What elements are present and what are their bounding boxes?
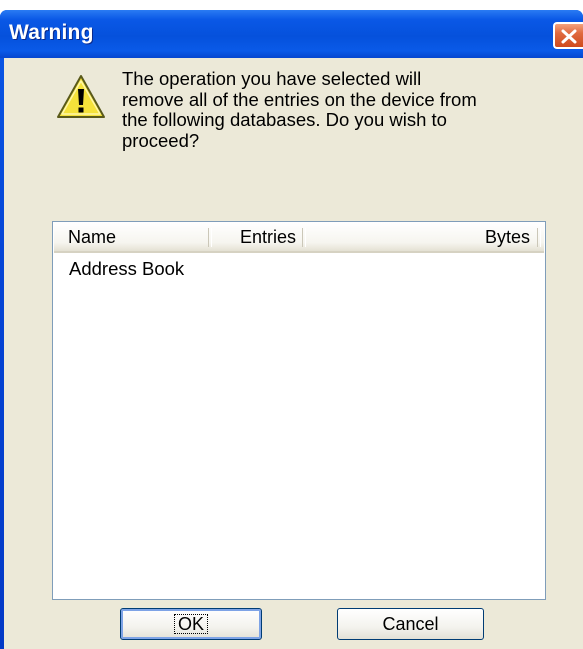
column-header-name[interactable]: Name [68,223,116,251]
cancel-button[interactable]: Cancel [337,608,484,640]
dialog-body: The operation you have selected will rem… [4,58,583,649]
database-list[interactable]: Name Entries Bytes Address Book [52,221,546,600]
column-header-entries[interactable]: Entries [228,223,296,251]
window-title: Warning [9,21,94,44]
column-divider[interactable] [208,228,212,247]
close-icon [561,29,577,44]
ok-button[interactable]: OK [120,608,262,640]
ok-button-label: OK [173,614,209,634]
title-bar[interactable]: Warning [0,10,583,58]
warning-message: The operation you have selected will rem… [122,68,477,151]
column-header-bytes[interactable]: Bytes [354,223,530,251]
warning-icon [57,75,105,118]
column-divider[interactable] [537,228,541,247]
list-item[interactable]: Address Book [69,258,184,280]
close-button[interactable] [553,22,583,49]
list-header: Name Entries Bytes [54,223,544,253]
column-divider[interactable] [302,228,306,247]
warning-dialog: Warning The operation you have selected … [0,10,583,649]
